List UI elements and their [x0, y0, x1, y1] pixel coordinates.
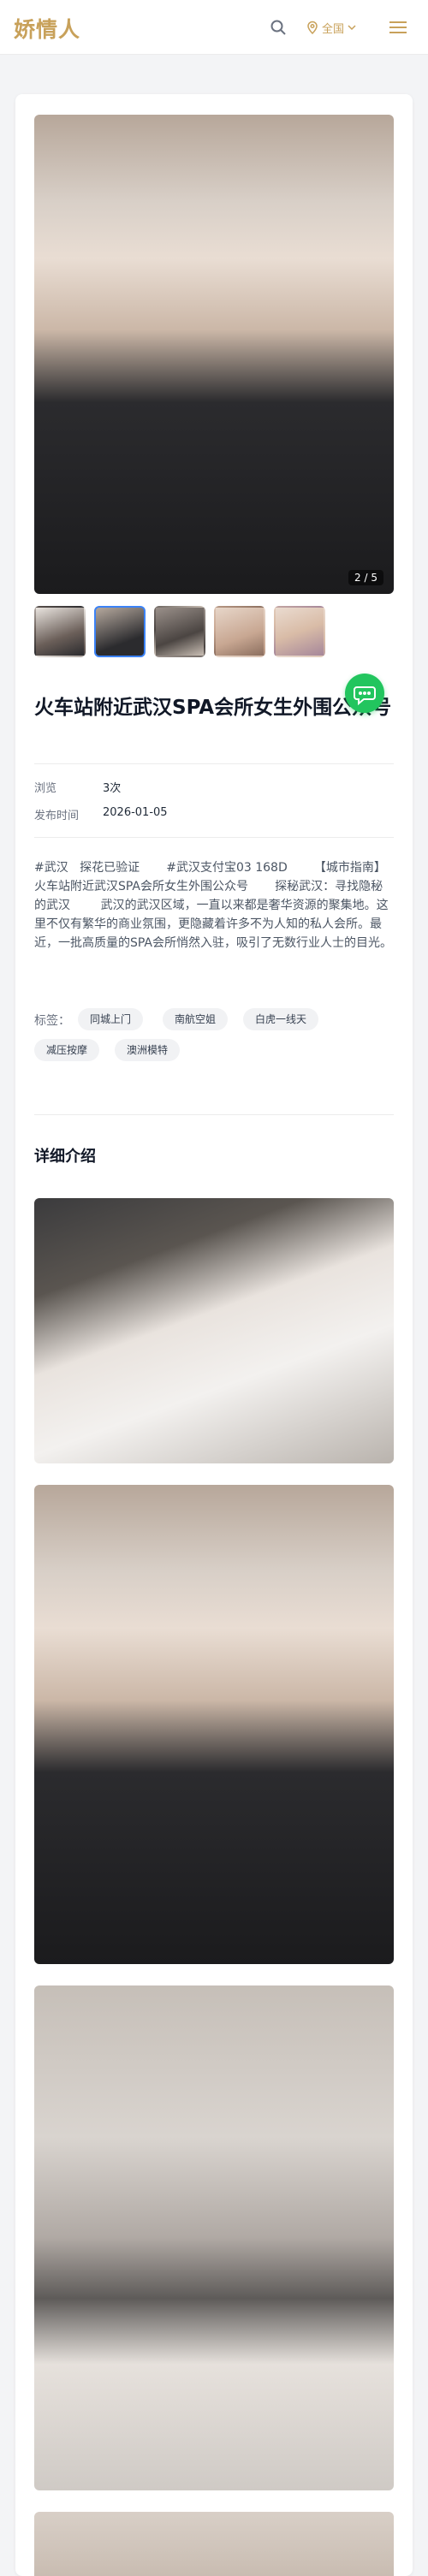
search-icon	[270, 20, 286, 35]
divider	[34, 1114, 394, 1115]
tag-chip[interactable]: 澳洲模特	[115, 1039, 181, 1061]
detail-photo[interactable]	[34, 1485, 394, 1964]
views-value: 3次	[103, 782, 122, 795]
hamburger-menu-icon	[389, 21, 407, 33]
publish-date-label: 发布时间	[34, 810, 80, 822]
gallery-counter: 2 / 5	[348, 570, 383, 585]
thumbnail-strip	[34, 606, 325, 657]
post-card: 2 / 5 火车站附近武汉SPA会所女生外围公众号 浏览 3次 发布时间 202…	[15, 94, 413, 2576]
thumbnail-active[interactable]	[94, 606, 146, 657]
tag-chip[interactable]: 白虎一线天	[243, 1008, 319, 1030]
location-pin-icon	[307, 21, 318, 34]
chat-button[interactable]	[345, 674, 384, 713]
details-heading: 详细介绍	[34, 1148, 96, 1166]
top-header: 娇情人 全国	[0, 0, 428, 55]
thumbnail[interactable]	[214, 606, 265, 657]
menu-button[interactable]	[387, 17, 409, 38]
detail-photo[interactable]	[34, 1985, 394, 2490]
search-button[interactable]	[268, 17, 288, 38]
tag-chip[interactable]: 减压按摩	[34, 1039, 100, 1061]
thumbnail[interactable]	[154, 606, 205, 657]
detail-photo[interactable]	[34, 2512, 394, 2576]
views-label: 浏览	[34, 782, 57, 795]
divider	[34, 837, 394, 838]
post-title: 火车站附近武汉SPA会所女生外围公众号	[34, 697, 392, 719]
site-logo[interactable]: 娇情人	[14, 13, 80, 44]
thumbnail[interactable]	[34, 606, 86, 657]
tag-chip[interactable]: 同城上门	[78, 1008, 144, 1030]
tags-label: 标签：	[34, 1014, 70, 1028]
region-selector[interactable]: 全国	[306, 18, 356, 37]
tag-chip[interactable]: 南航空姐	[163, 1008, 229, 1030]
detail-photo[interactable]	[34, 1198, 394, 1463]
thumbnail[interactable]	[274, 606, 325, 657]
post-description: #武汉 探花已验证 #武汉支付宝03 168D 【城市指南】火车站附近武汉SPA…	[34, 861, 393, 950]
main-photo[interactable]: 2 / 5	[34, 115, 394, 594]
publish-date-value: 2026-01-05	[103, 806, 168, 819]
chevron-down-icon	[348, 25, 356, 31]
region-label: 全国	[322, 22, 345, 36]
chat-bubble-icon	[354, 686, 376, 706]
divider	[34, 763, 394, 764]
